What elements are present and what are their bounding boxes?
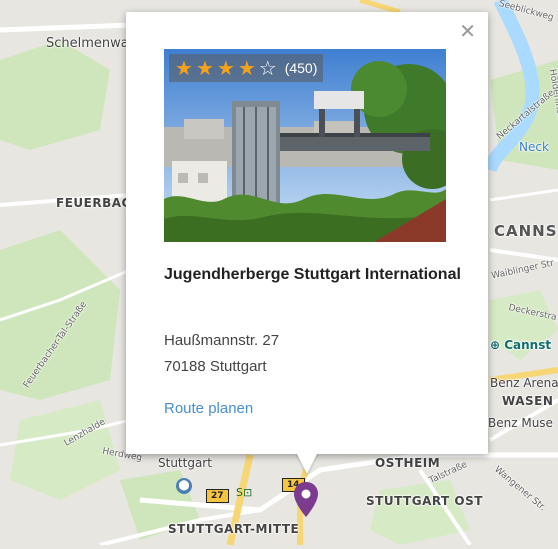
transit-icon[interactable]: ⬤ <box>176 478 192 494</box>
info-window: ✕ ★ ★ ★ ★ ☆ (450) Jugendherberge Stuttga… <box>126 12 488 454</box>
map-pin-icon[interactable] <box>293 481 319 519</box>
star-full-icon: ★ <box>175 56 193 80</box>
poi-icon: ⊕ <box>490 338 505 352</box>
map-label-feuerbach: FEUERBAC <box>56 196 131 210</box>
map-label-ostheim: OSTHEIM <box>375 456 441 470</box>
map-label-stuttgart: Stuttgart <box>158 456 212 470</box>
star-full-icon: ★ <box>237 56 256 80</box>
star-full-icon: ★ <box>195 56 214 80</box>
review-count: (450) <box>284 60 318 76</box>
map-poi-cannstatt[interactable]: ⊕ Cannst <box>490 338 551 352</box>
rating-badge: ★ ★ ★ ★ ☆ (450) <box>169 54 324 82</box>
hostel-photo: ★ ★ ★ ★ ☆ (450) <box>164 49 446 242</box>
info-window-tail <box>296 452 318 474</box>
road-shield-b27: 27 <box>206 489 229 503</box>
star-empty-icon: ☆ <box>258 56 277 80</box>
close-icon[interactable]: ✕ <box>459 21 476 41</box>
map-label-stuttgart-ost: STUTTGART OST <box>366 494 483 508</box>
station-icon[interactable]: S⊡ <box>236 486 252 499</box>
map-label-benz-museum: Benz Muse <box>488 416 553 430</box>
address-city: 70188 Stuttgart <box>164 358 267 375</box>
map-label-schelmenwasen: Schelmenwa <box>46 36 129 51</box>
route-planen-link[interactable]: Route planen <box>164 400 253 417</box>
map-label-stuttgart-mitte: STUTTGART-MITTE <box>168 522 300 536</box>
place-title: Jugendherberge Stuttgart International <box>164 266 461 283</box>
map-label-wasen: WASEN <box>502 394 554 408</box>
map-label-cannstatt: CANNS <box>494 222 558 240</box>
address-street: Haußmannstr. 27 <box>164 332 280 349</box>
place-address: Haußmannstr. 27 70188 Stuttgart <box>164 328 279 380</box>
map-label-neckar: Neck <box>519 140 549 154</box>
map-label-benz-arena: Benz Arena <box>490 376 558 390</box>
star-full-icon: ★ <box>216 56 235 80</box>
